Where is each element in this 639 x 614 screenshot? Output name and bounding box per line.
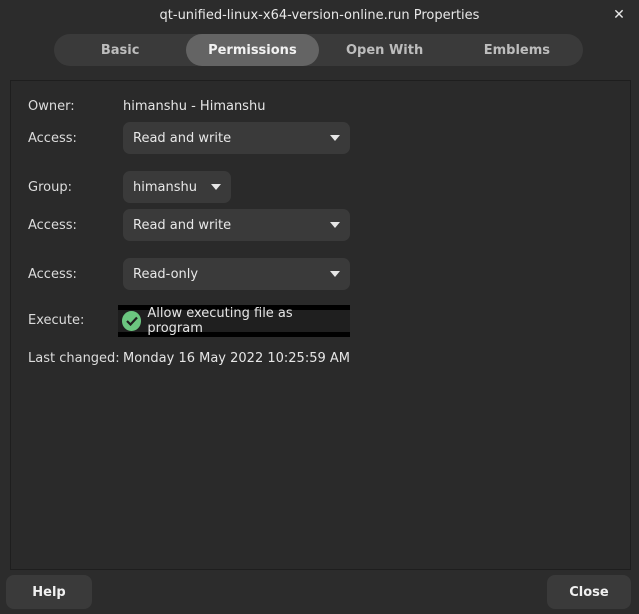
group-access-label: Access: — [28, 217, 77, 233]
execute-checkbox-label: Allow executing file as program — [147, 306, 293, 336]
owner-row: Owner: himanshu - Himanshu — [28, 99, 265, 114]
group-access-row: Access: Read and write — [28, 209, 350, 241]
last-changed-label: Last changed: — [28, 351, 120, 366]
tab-open-with[interactable]: Open With — [319, 34, 451, 66]
chevron-down-icon — [330, 135, 340, 141]
last-changed-row: Last changed: Monday 16 May 2022 10:25:5… — [28, 351, 350, 366]
tab-bar: Basic Permissions Open With Emblems — [54, 34, 583, 66]
owner-access-label: Access: — [28, 130, 77, 146]
owner-access-row: Access: Read and write — [28, 122, 350, 154]
close-window-icon[interactable]: ✕ — [611, 7, 627, 23]
other-access-value: Read-only — [133, 266, 199, 282]
owner-access-value: Read and write — [133, 130, 232, 146]
other-access-row: Access: Read-only — [28, 258, 350, 290]
group-value: himanshu — [133, 179, 197, 195]
help-button[interactable]: Help — [6, 575, 92, 609]
execute-checkbox[interactable]: Allow executing file as program — [118, 306, 350, 336]
group-row: Group: himanshu — [28, 171, 231, 203]
tab-emblems[interactable]: Emblems — [451, 34, 583, 66]
other-access-label: Access: — [28, 266, 77, 282]
group-access-value: Read and write — [133, 217, 232, 233]
owner-label: Owner: — [28, 99, 75, 114]
group-access-dropdown[interactable]: Read and write — [123, 209, 350, 241]
title-bar: qt-unified-linux-x64-version-online.run … — [0, 0, 639, 30]
other-access-dropdown[interactable]: Read-only — [123, 258, 350, 290]
permissions-panel: Owner: himanshu - Himanshu Access: Read … — [10, 80, 631, 570]
group-dropdown[interactable]: himanshu — [123, 171, 231, 203]
chevron-down-icon — [330, 271, 340, 277]
owner-value: himanshu - Himanshu — [123, 99, 266, 114]
owner-access-dropdown[interactable]: Read and write — [123, 122, 350, 154]
chevron-down-icon — [330, 222, 340, 228]
group-label: Group: — [28, 179, 72, 195]
close-button[interactable]: Close — [547, 575, 631, 609]
tab-permissions[interactable]: Permissions — [186, 34, 319, 66]
window-title: qt-unified-linux-x64-version-online.run … — [159, 7, 480, 23]
tab-basic[interactable]: Basic — [54, 34, 186, 66]
checkmark-icon — [122, 311, 142, 331]
last-changed-value: Monday 16 May 2022 10:25:59 AM — [123, 351, 350, 366]
chevron-down-icon — [211, 184, 221, 190]
execute-label: Execute: — [28, 313, 85, 328]
execute-row: Execute: — [28, 313, 123, 328]
execute-checkbox-focus[interactable]: Allow executing file as program — [118, 305, 350, 337]
